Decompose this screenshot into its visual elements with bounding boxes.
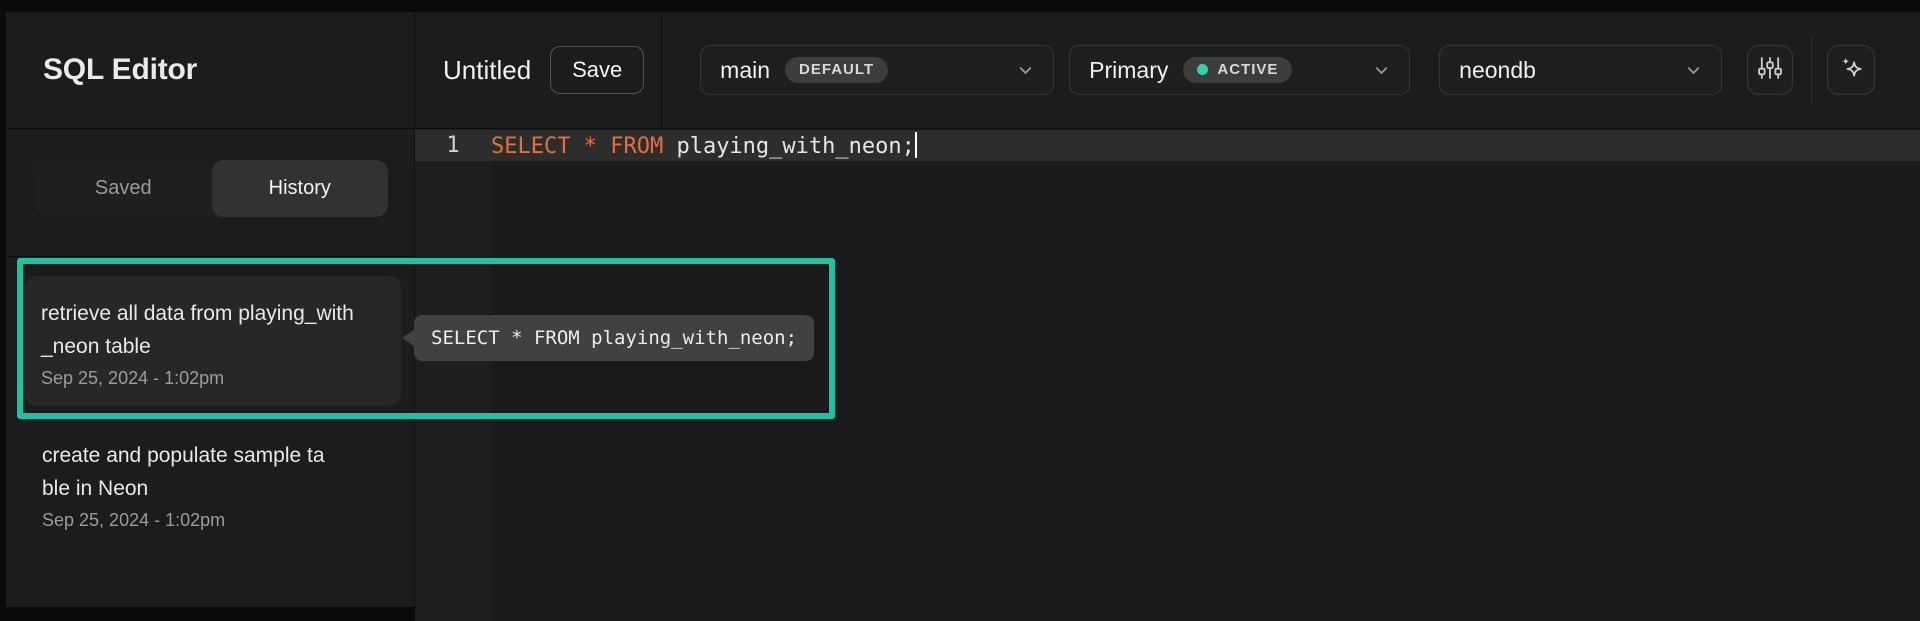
branch-select[interactable]: main DEFAULT (700, 45, 1054, 95)
sparkles-icon (1836, 53, 1866, 88)
sql-editor-app: SQL Editor Saved History retrieve all da… (0, 0, 1920, 621)
active-code-line[interactable]: 1 SELECT * FROM playing_with_neon; (415, 130, 1920, 161)
compute-active-badge: ACTIVE (1183, 57, 1292, 83)
code-text: SELECT * FROM playing_with_neon; (491, 132, 917, 159)
sql-star: * (584, 134, 611, 159)
compute-name: Primary (1089, 57, 1168, 84)
ai-assistant-button[interactable] (1827, 45, 1875, 95)
query-preview-tooltip: SELECT * FROM playing_with_neon; (414, 315, 814, 361)
save-button[interactable]: Save (550, 46, 644, 94)
sliders-icon (1756, 54, 1784, 87)
tooltip-text: SELECT * FROM playing_with_neon; (431, 327, 797, 349)
query-title: Untitled (443, 55, 531, 86)
text-cursor (915, 132, 917, 158)
history-item-title: create and populate sample table in Neon (42, 439, 332, 505)
chevron-down-icon (1685, 62, 1702, 79)
saved-history-tabs: Saved History (35, 160, 388, 217)
tooltip-arrow-icon (402, 329, 415, 347)
branch-name: main (720, 57, 770, 84)
compute-active-badge-label: ACTIVE (1217, 61, 1278, 78)
branch-default-badge: DEFAULT (785, 57, 888, 83)
history-item-timestamp: Sep 25, 2024 - 1:02pm (42, 510, 414, 531)
history-item-timestamp: Sep 25, 2024 - 1:02pm (41, 368, 385, 389)
editor-settings-button[interactable] (1747, 45, 1793, 95)
sql-identifier: playing_with_neon; (676, 134, 914, 159)
chevron-down-icon (1373, 62, 1390, 79)
chevron-down-icon (1017, 62, 1034, 79)
toolbar: Untitled Save main DEFAULT Primary ACTIV… (415, 12, 1920, 129)
sidebar: SQL Editor Saved History retrieve all da… (6, 12, 415, 607)
tab-saved[interactable]: Saved (35, 160, 212, 217)
sql-code-editor[interactable]: 1 SELECT * FROM playing_with_neon; (415, 129, 1920, 621)
line-number: 1 (415, 133, 491, 158)
active-status-dot-icon (1197, 64, 1208, 75)
sql-keyword: SELECT (491, 134, 584, 159)
tab-history[interactable]: History (212, 160, 389, 217)
sidebar-divider (6, 256, 414, 257)
compute-select[interactable]: Primary ACTIVE (1069, 45, 1410, 95)
toolbar-divider (661, 12, 662, 128)
database-select[interactable]: neondb (1439, 45, 1722, 95)
history-item[interactable]: create and populate sample table in Neon… (6, 439, 414, 531)
history-item-selected[interactable]: retrieve all data from playing_with_neon… (25, 276, 401, 406)
page-title: SQL Editor (43, 53, 197, 87)
sidebar-header: SQL Editor (6, 12, 414, 129)
line-number-gutter (415, 129, 491, 621)
database-name: neondb (1459, 57, 1536, 84)
toolbar-divider (1811, 36, 1812, 104)
sql-keyword: FROM (610, 134, 676, 159)
history-item-title: retrieve all data from playing_with_neon… (41, 297, 357, 363)
